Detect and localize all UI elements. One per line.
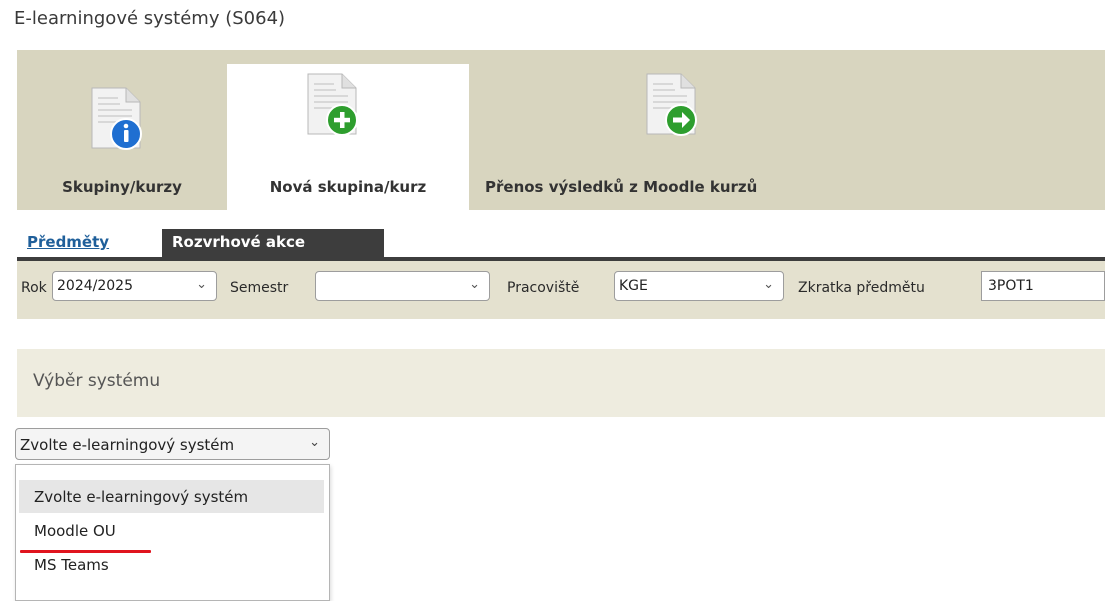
document-arrow-icon (646, 73, 697, 136)
elearning-system-value: Zvolte e-learningový systém (20, 436, 235, 454)
moodle-results-transfer-button[interactable]: Přenos výsledků z Moodle kurzů (477, 64, 857, 210)
semestr-label: Semestr (230, 280, 289, 296)
pracoviste-select[interactable]: KGE ⌄ (614, 271, 784, 301)
rok-select[interactable]: 2024/2025 ⌄ (52, 271, 217, 301)
groups-courses-label: Skupiny/kurzy (62, 178, 182, 196)
groups-courses-button[interactable]: Skupiny/kurzy (17, 64, 227, 210)
zkratka-label: Zkratka předmětu (798, 280, 925, 296)
zkratka-input[interactable]: 3POT1 (981, 271, 1105, 301)
new-group-course-button[interactable]: Nová skupina/kurz (227, 64, 469, 210)
tab-rozvrhove-akce[interactable]: Rozvrhové akce (162, 229, 384, 258)
filter-bar: Rok 2024/2025 ⌄ Semestr ⌄ Pracoviště KGE… (17, 261, 1105, 319)
rok-label: Rok (21, 280, 47, 296)
document-plus-icon (307, 73, 358, 136)
option-zvolte[interactable]: Zvolte e-learningový systém (19, 480, 324, 513)
highlight-underline (20, 550, 151, 553)
rok-value: 2024/2025 (57, 278, 133, 294)
elearning-system-select[interactable]: Zvolte e-learningový systém ⌄ (15, 428, 330, 460)
tab-predmety[interactable]: Předměty (17, 229, 162, 258)
moodle-results-transfer-label: Přenos výsledků z Moodle kurzů (485, 178, 758, 196)
option-moodle-ou[interactable]: Moodle OU (19, 514, 324, 547)
new-group-course-label: Nová skupina/kurz (269, 178, 427, 196)
system-selection-section: Výběr systému (17, 349, 1105, 417)
page-title: E-learningové systémy (S064) (14, 8, 286, 29)
chevron-down-icon: ⌄ (763, 277, 774, 292)
semestr-select[interactable]: ⌄ (315, 271, 490, 301)
pracoviste-value: KGE (619, 278, 648, 294)
chevron-down-icon: ⌄ (196, 277, 207, 292)
chevron-down-icon: ⌄ (309, 435, 320, 450)
elearning-system-dropdown: Zvolte e-learningový systém Moodle OU MS… (15, 464, 330, 601)
pracoviste-label: Pracoviště (507, 280, 580, 296)
section-title: Výběr systému (33, 371, 161, 391)
toolbar: Skupiny/kurzy Nová skupina/kurz Přenos v… (17, 50, 1105, 210)
document-info-icon (91, 87, 142, 150)
chevron-down-icon: ⌄ (469, 277, 480, 292)
